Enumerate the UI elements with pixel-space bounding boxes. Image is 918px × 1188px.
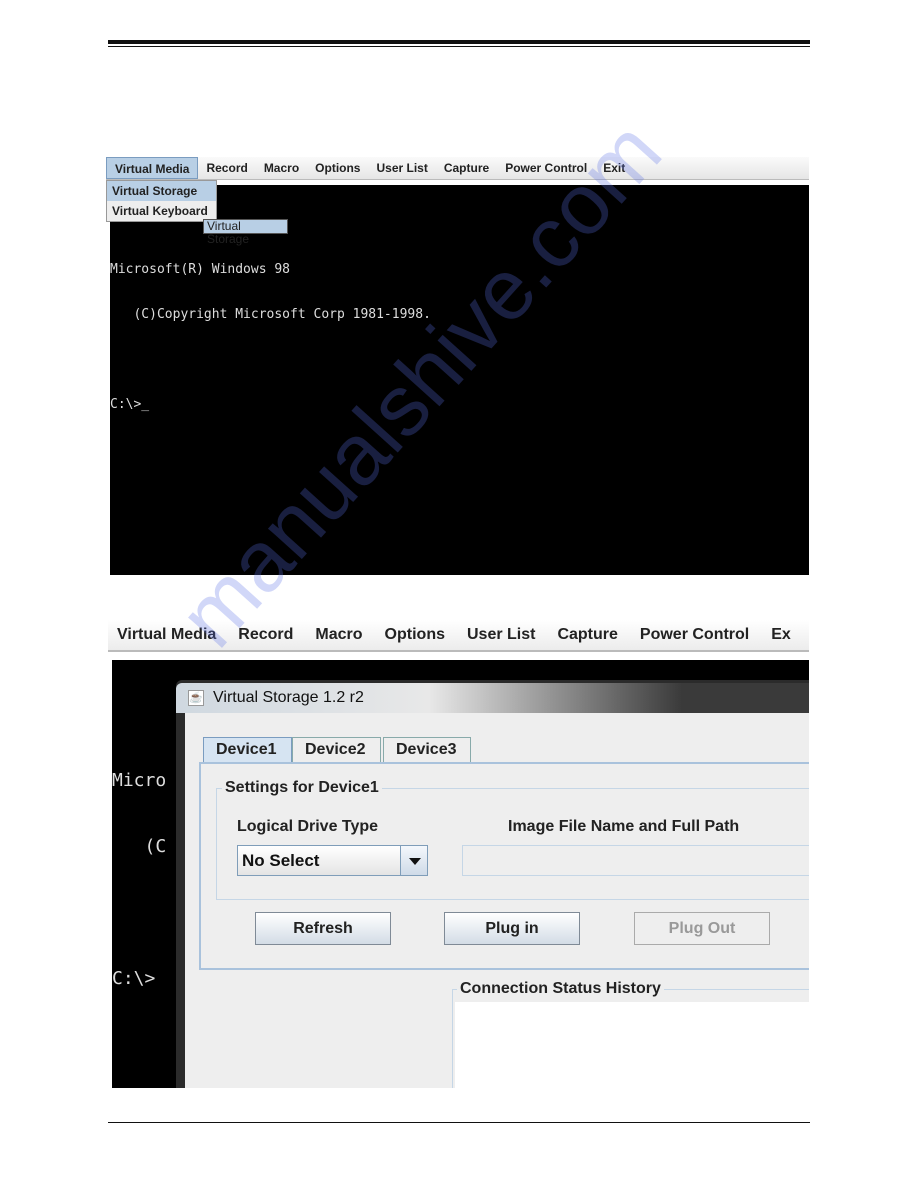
menu-exit[interactable]: Exit	[595, 157, 633, 179]
tooltip: Virtual Storage	[203, 219, 288, 246]
header-rule-thin	[108, 46, 810, 47]
plug-out-button: Plug Out	[634, 912, 770, 945]
menu-macro[interactable]: Macro	[256, 157, 307, 179]
menu-power-control[interactable]: Power Control	[497, 157, 595, 179]
settings-group	[216, 788, 809, 900]
chevron-down-icon[interactable]	[400, 845, 428, 876]
menu-virtual-media[interactable]: Virtual Media	[108, 620, 225, 650]
terminal-line: Micro	[112, 770, 167, 791]
terminal-prompt: C:\>	[112, 968, 156, 989]
terminal-prompt: C:\>_	[110, 397, 150, 412]
image-file-path-label: Image File Name and Full Path	[508, 818, 740, 835]
menu-macro[interactable]: Macro	[306, 620, 371, 650]
tab-device3[interactable]: Device3	[383, 737, 471, 763]
terminal-line: (C)Copyright Microsoft Corp 1981-1998.	[110, 307, 431, 322]
header-rule	[108, 40, 810, 44]
menu-capture[interactable]: Capture	[436, 157, 497, 179]
menu-bar: Virtual Media Record Macro Options User …	[106, 157, 809, 180]
menu-bar-large: Virtual Media Record Macro Options User …	[108, 620, 809, 652]
terminal-line: Microsoft(R) Windows 98	[110, 262, 291, 277]
menu-user-list[interactable]: User List	[458, 620, 544, 650]
footer-rule	[108, 1122, 810, 1123]
menu-user-list[interactable]: User List	[368, 157, 435, 179]
menu-capture[interactable]: Capture	[548, 620, 626, 650]
menu-options[interactable]: Options	[307, 157, 368, 179]
menu-virtual-media[interactable]: Virtual Media	[106, 157, 199, 179]
connection-status-title: Connection Status History	[457, 980, 664, 998]
plug-in-button[interactable]: Plug in	[444, 912, 580, 945]
menu-item-virtual-storage[interactable]: Virtual Storage	[107, 181, 216, 201]
logical-drive-type-label: Logical Drive Type	[237, 818, 379, 835]
settings-group-title: Settings for Device1	[222, 779, 382, 797]
menu-power-control[interactable]: Power Control	[631, 620, 758, 650]
java-icon: ☕	[188, 690, 204, 706]
menu-options[interactable]: Options	[376, 620, 454, 650]
terminal-line: (C	[112, 836, 167, 857]
virtual-media-dropdown: Virtual Storage Virtual Keyboard	[106, 180, 217, 222]
menu-item-virtual-keyboard[interactable]: Virtual Keyboard	[107, 201, 216, 221]
menu-record[interactable]: Record	[198, 157, 255, 179]
menu-record[interactable]: Record	[229, 620, 302, 650]
refresh-button[interactable]: Refresh	[255, 912, 391, 945]
connection-status-log[interactable]	[455, 1002, 809, 1088]
image-file-path-input[interactable]	[462, 845, 809, 876]
tab-device2[interactable]: Device2	[292, 737, 381, 763]
dialog-title: Virtual Storage 1.2 r2	[213, 689, 364, 706]
tab-device1[interactable]: Device1	[203, 737, 292, 763]
menu-exit[interactable]: Ex	[762, 620, 800, 650]
